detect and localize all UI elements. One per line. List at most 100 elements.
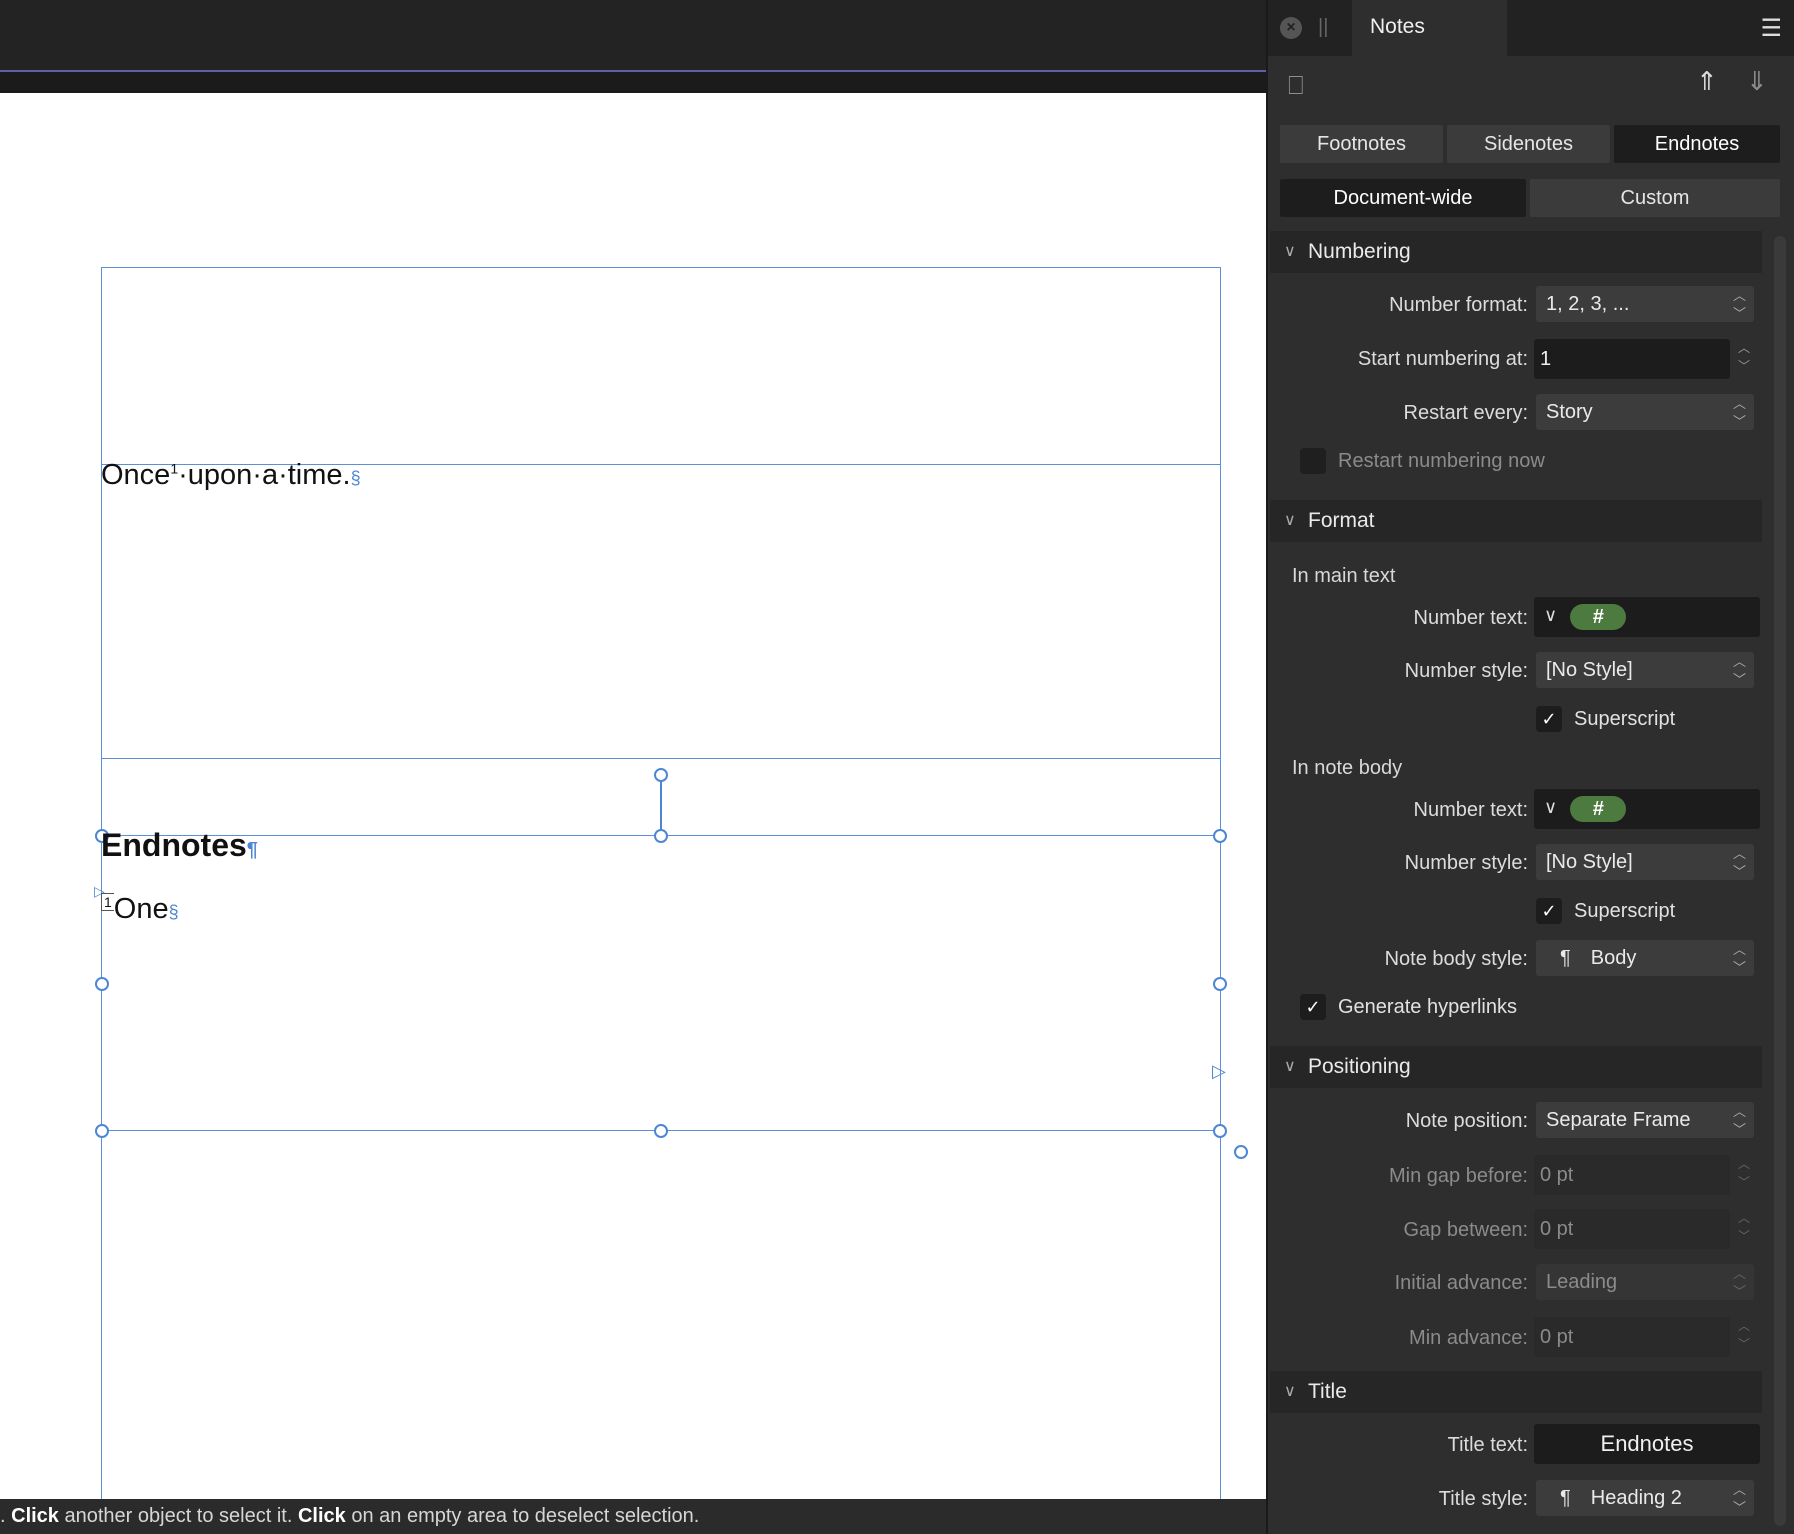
updown-arrows-icon: ︿ ﹀ [1732,288,1746,321]
selection-handle-bottom-left[interactable] [95,1124,109,1138]
tab-footnotes[interactable]: Footnotes [1280,125,1443,163]
document-canvas[interactable]: Once1·upon·a·time.§ ▷ ▷ Endnotes¶ 1One§ [0,93,1266,1507]
selection-handle-top-center[interactable] [654,829,668,843]
format-section-header[interactable]: ∨ Format [1270,500,1762,542]
selection-handle-top-right[interactable] [1213,829,1227,843]
number-format-dropdown[interactable]: 1, 2, 3, ... ︿ ﹀ [1536,286,1754,322]
number-token[interactable]: # [1570,796,1626,822]
number-token[interactable]: # [1570,604,1626,630]
endnotes-heading[interactable]: Endnotes¶ [101,827,258,864]
main-number-text-field[interactable]: ∨ # [1534,597,1760,637]
start-numbering-stepper[interactable]: ︿ ﹀ [1734,339,1754,379]
title-text-input[interactable]: Endnotes [1534,1424,1760,1464]
tab-sidenotes[interactable]: Sidenotes [1447,125,1610,163]
drag-grip-icon[interactable]: || [1318,16,1328,39]
title-style-dropdown[interactable]: ¶ Heading 2 ︿ ﹀ [1536,1480,1754,1516]
initial-advance-label: Initial advance: [1394,1272,1528,1294]
note-body-style-label: Note body style: [1384,948,1528,970]
previous-note-icon[interactable]: ⇑ [1696,66,1718,97]
next-note-icon[interactable]: ⇓ [1746,66,1768,97]
tab-document-wide[interactable]: Document-wide [1280,179,1526,217]
note-body-style-dropdown[interactable]: ¶ Body ︿ ﹀ [1536,940,1754,976]
min-advance-label: Min advance: [1409,1327,1528,1349]
initial-advance-value: Leading [1546,1271,1618,1293]
section-mark: § [350,468,361,488]
main-number-style-value: [No Style] [1546,659,1633,681]
body-number-style-dropdown[interactable]: [No Style] ︿ ﹀ [1536,844,1754,880]
story-text[interactable]: Once1·upon·a·time.§ [101,459,361,492]
bookmark-note-icon[interactable]: ⎕ [1288,70,1304,102]
status-bar: . Click another object to select it. Cli… [0,1499,1266,1534]
updown-arrows-icon: ︿ ﹀ [1732,1104,1746,1137]
restart-now-label: Restart numbering now [1338,450,1545,472]
min-gap-stepper[interactable]: ︿ ﹀ [1734,1155,1754,1195]
initial-advance-dropdown[interactable]: Leading ︿ ﹀ [1536,1264,1754,1300]
story-word: Once [101,459,171,491]
gap-between-stepper[interactable]: ︿ ﹀ [1734,1209,1754,1249]
panel-scrollbar[interactable] [1774,236,1786,1526]
generate-hyperlinks-checkbox[interactable]: ✓ [1300,994,1326,1020]
note-position-value: Separate Frame [1546,1109,1691,1131]
selection-handle-bottom-right[interactable] [1213,1124,1227,1138]
note-position-dropdown[interactable]: Separate Frame ︿ ﹀ [1536,1102,1754,1138]
rotation-handle[interactable] [654,768,668,782]
selection-handle-middle-right[interactable] [1213,977,1227,991]
restart-now-checkbox[interactable] [1300,448,1326,474]
body-number-style-label: Number style: [1404,852,1528,874]
chevron-down-icon[interactable]: ∨ [1544,797,1557,818]
chevron-down-icon: ∨ [1284,512,1296,529]
body-number-text-label: Number text: [1413,799,1528,821]
endnotes-frame[interactable] [101,835,1221,1131]
panel-menu-icon[interactable]: ☰ [1760,14,1782,43]
close-icon[interactable]: × [1280,17,1302,39]
min-advance-input[interactable]: 0 pt [1534,1317,1730,1357]
min-advance-stepper[interactable]: ︿ ﹀ [1734,1317,1754,1357]
body-number-text-field[interactable]: ∨ # [1534,789,1760,829]
notes-panel: × || Notes ☰ ⎕ ⇑ ⇓ Footnotes Sidenotes E… [1266,0,1794,1534]
story-rest: ·upon·a·time. [178,459,351,491]
selection-handle-middle-left[interactable] [95,977,109,991]
endnote-section-mark: § [168,902,179,922]
selection-handle-bottom-center[interactable] [654,1124,668,1138]
endnote-entry[interactable]: 1One§ [101,893,179,926]
main-number-style-dropdown[interactable]: [No Style] ︿ ﹀ [1536,652,1754,688]
body-superscript-label: Superscript [1574,900,1676,922]
body-superscript-checkbox[interactable]: ✓ [1536,898,1562,924]
endnote-reference[interactable]: 1 [170,460,178,476]
endnote-text: One [113,893,169,925]
status-text-1: another object to select it. [58,1505,298,1527]
chevron-down-icon: ∨ [1284,1058,1296,1075]
chevron-down-icon: ∨ [1284,243,1296,260]
in-main-text-label: In main text [1292,565,1396,587]
positioning-header-text: Positioning [1308,1055,1411,1078]
min-gap-input[interactable]: 0 pt [1534,1155,1730,1195]
ruler-strip [0,72,1266,93]
tab-notes[interactable]: Notes [1352,0,1507,56]
positioning-section-header[interactable]: ∨ Positioning [1270,1046,1762,1088]
note-body-style-value: Body [1590,947,1637,969]
main-superscript-label: Superscript [1574,708,1676,730]
generate-hyperlinks-label: Generate hyperlinks [1338,996,1517,1018]
story-frame[interactable] [101,464,1221,759]
updown-arrows-icon: ︿ ﹀ [1732,396,1746,429]
restart-every-dropdown[interactable]: Story ︿ ﹀ [1536,394,1754,430]
title-style-label: Title style: [1438,1488,1528,1510]
in-note-body-label: In note body [1292,757,1403,779]
status-text-2: on an empty area to deselect selection. [345,1505,700,1527]
tab-custom[interactable]: Custom [1530,179,1780,217]
frame-rotate-handle[interactable] [1234,1145,1248,1159]
updown-arrows-icon: ︿ ﹀ [1732,654,1746,687]
paragraph-style-icon: ¶ [1560,947,1571,969]
tab-endnotes[interactable]: Endnotes [1614,125,1780,163]
body-number-style-value: [No Style] [1546,851,1633,873]
text-flow-out-icon[interactable]: ▷ [1212,1061,1226,1082]
numbering-section-header[interactable]: ∨ Numbering [1270,231,1762,273]
paragraph-mark: ¶ [246,839,258,861]
numbering-header-text: Numbering [1308,240,1411,263]
gap-between-input[interactable]: 0 pt [1534,1209,1730,1249]
main-superscript-checkbox[interactable]: ✓ [1536,706,1562,732]
title-section-header[interactable]: ∨ Title [1270,1371,1762,1413]
start-numbering-input[interactable]: 1 [1534,339,1730,379]
start-numbering-label: Start numbering at: [1357,348,1528,370]
chevron-down-icon[interactable]: ∨ [1544,605,1557,626]
